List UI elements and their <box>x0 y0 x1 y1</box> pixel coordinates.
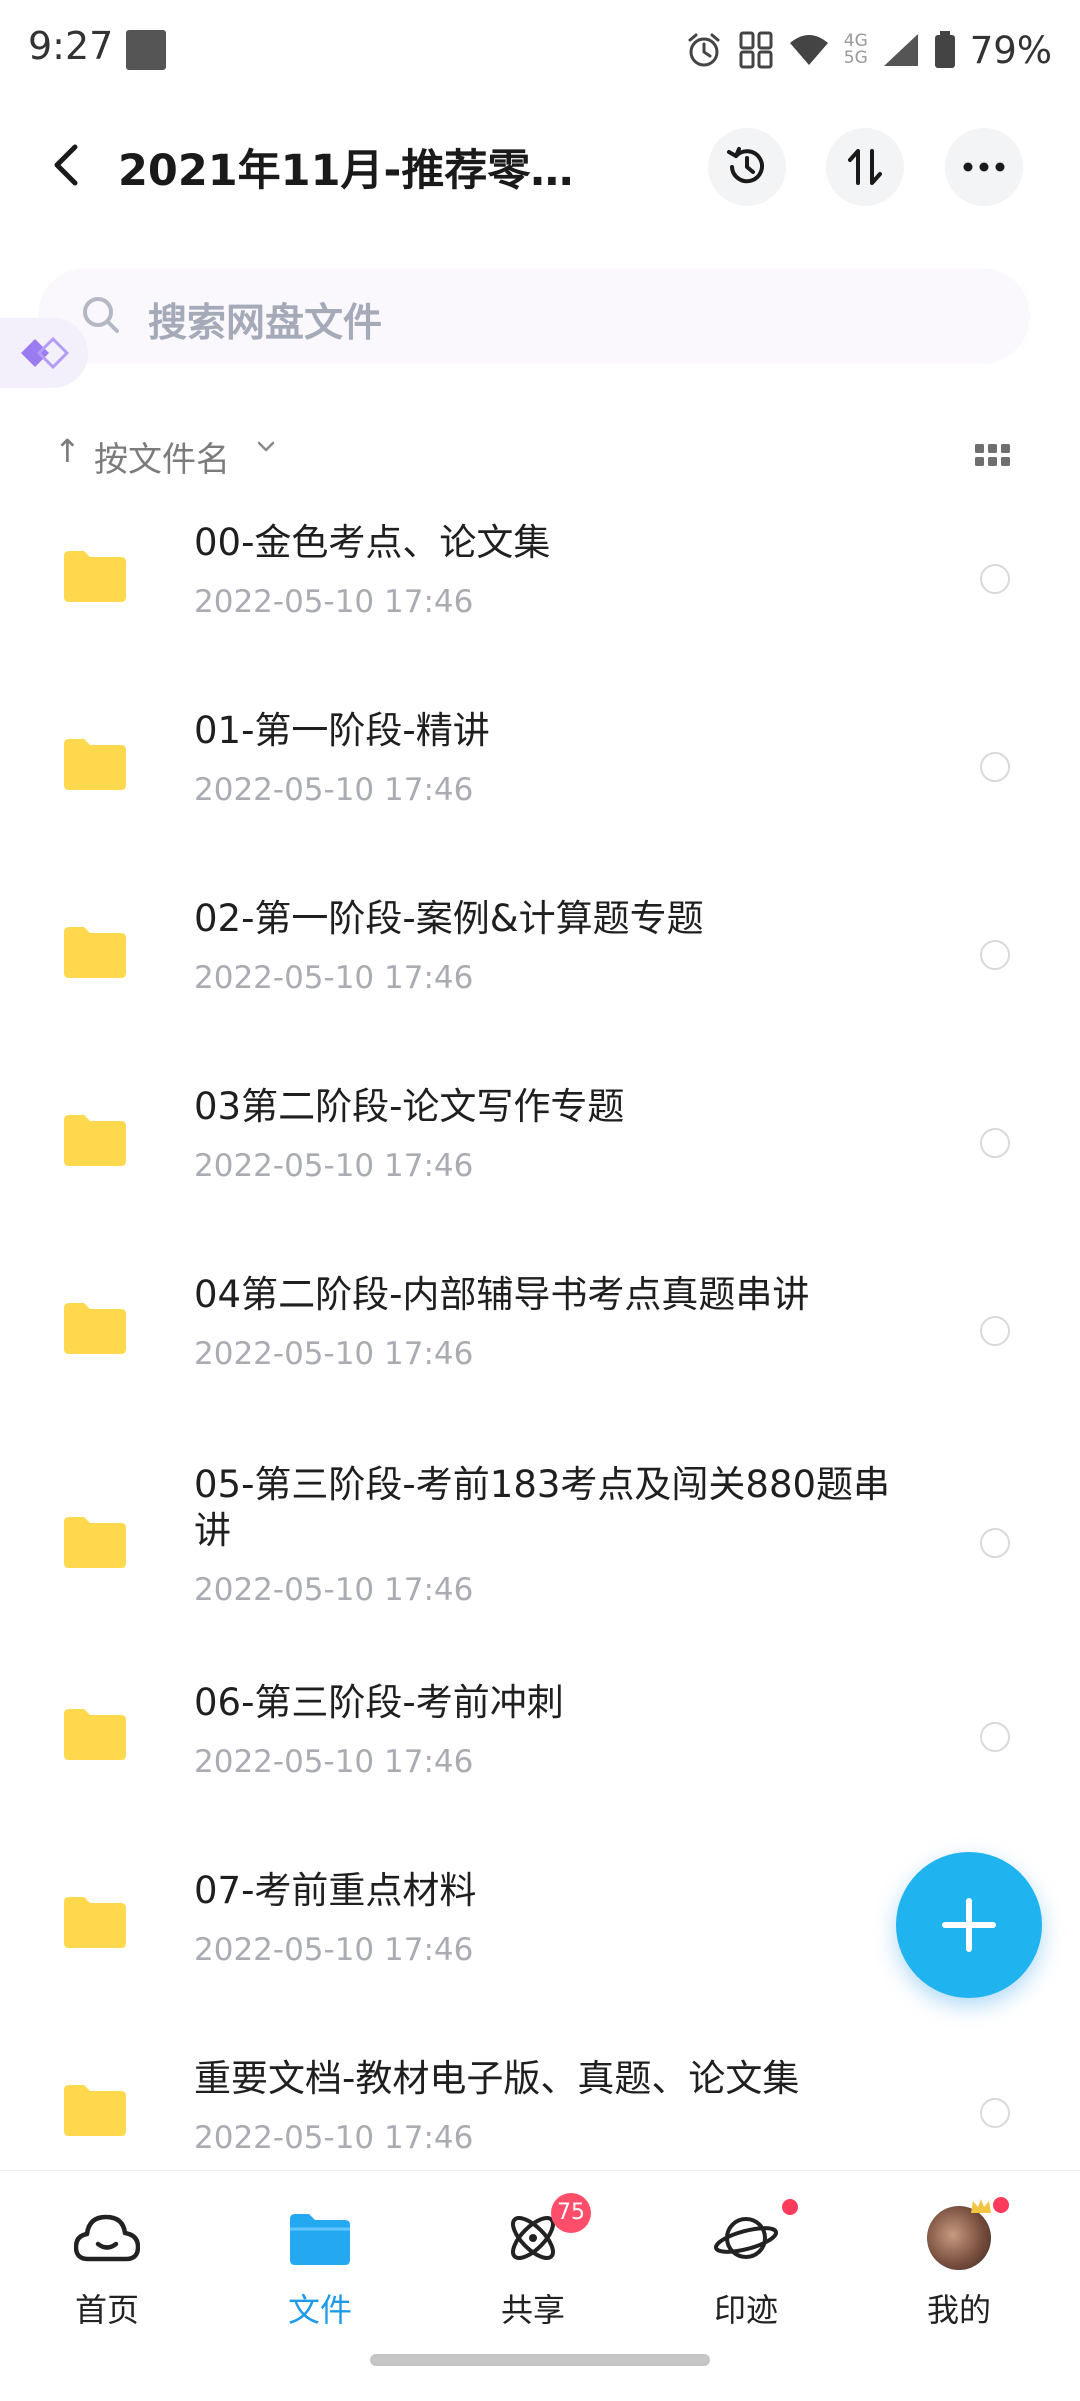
sort-bar: ↑ 按文件名 <box>0 420 1080 490</box>
notification-icon <box>126 30 166 70</box>
crown-icon <box>971 2199 991 2213</box>
cloud-icon <box>72 2203 142 2273</box>
plus-icon <box>942 1898 996 1952</box>
file-date: 2022-05-10 17:46 <box>194 1336 474 1372</box>
nav-footprint[interactable]: 印迹 <box>666 2193 826 2329</box>
transfer-icon <box>848 149 882 185</box>
nav-files[interactable]: 文件 <box>240 2193 400 2329</box>
file-date: 2022-05-10 17:46 <box>194 2120 474 2156</box>
list-item[interactable]: 00-金色考点、论文集 2022-05-10 17:46 <box>0 510 1080 680</box>
chevron-down-icon[interactable] <box>256 440 276 454</box>
nav-mine[interactable]: 我的 <box>879 2193 1039 2329</box>
file-date: 2022-05-10 17:46 <box>194 1932 474 1968</box>
folder-icon <box>64 1897 126 1948</box>
transfer-button[interactable] <box>826 128 904 206</box>
status-icons: 4G 5G 79% <box>684 22 1052 78</box>
folder-icon <box>64 1709 126 1760</box>
file-date: 2022-05-10 17:46 <box>194 1148 474 1184</box>
folder-icon <box>64 1517 126 1568</box>
nav-files-label: 文件 <box>287 2291 352 2329</box>
file-name: 07-考前重点材料 <box>194 1869 477 1912</box>
nav-mine-label: 我的 <box>926 2291 991 2329</box>
folder-icon <box>64 1115 126 1166</box>
list-item[interactable]: 03第二阶段-论文写作专题 2022-05-10 17:46 <box>0 1074 1080 1244</box>
select-checkbox[interactable] <box>980 1128 1010 1158</box>
file-name: 05-第三阶段-考前183考点及闯关880题串讲 <box>194 1463 891 1552</box>
planet-icon <box>711 2203 781 2273</box>
folder-icon <box>64 551 126 602</box>
battery-percent: 79% <box>969 28 1052 72</box>
list-item[interactable]: 重要文档-教材电子版、真题、论文集 2022-05-10 17:46 <box>0 2044 1080 2170</box>
select-checkbox[interactable] <box>980 1528 1010 1558</box>
list-item[interactable]: 01-第一阶段-精讲 2022-05-10 17:46 <box>0 698 1080 868</box>
file-date: 2022-05-10 17:46 <box>194 772 474 808</box>
mine-dot <box>993 2197 1009 2213</box>
folder-icon <box>64 2085 126 2136</box>
select-checkbox[interactable] <box>980 564 1010 594</box>
network-5g: 5G <box>843 48 868 68</box>
list-item[interactable]: 04第二阶段-内部辅导书考点真题串讲 2022-05-10 17:46 <box>0 1262 1080 1432</box>
floating-tool-button[interactable] <box>0 318 88 388</box>
folder-icon <box>64 927 126 978</box>
bottom-nav: 首页 文件 75 共享 印迹 我的 <box>0 2170 1080 2401</box>
nav-home[interactable]: 首页 <box>27 2193 187 2329</box>
folder-icon <box>64 739 126 790</box>
select-checkbox[interactable] <box>980 940 1010 970</box>
file-date: 2022-05-10 17:46 <box>194 1744 474 1780</box>
more-button[interactable] <box>945 128 1023 206</box>
share-badge: 75 <box>551 2193 591 2233</box>
file-name: 重要文档-教材电子版、真题、论文集 <box>194 2057 800 2100</box>
file-date: 2022-05-10 17:46 <box>194 584 474 620</box>
avatar-image <box>927 2206 991 2270</box>
folder-icon <box>64 1303 126 1354</box>
search-icon <box>83 297 119 333</box>
wifi-icon <box>789 35 828 65</box>
list-item[interactable]: 06-第三阶段-考前冲刺 2022-05-10 17:46 <box>0 1668 1080 1838</box>
history-button[interactable] <box>708 128 786 206</box>
back-button[interactable] <box>36 132 96 198</box>
add-button[interactable] <box>896 1852 1042 1998</box>
file-name: 01-第一阶段-精讲 <box>194 709 490 752</box>
alarm-icon <box>688 33 720 67</box>
nav-share-label: 共享 <box>500 2291 565 2329</box>
diamond-icon <box>21 336 70 370</box>
select-checkbox[interactable] <box>980 752 1010 782</box>
file-name: 02-第一阶段-案例&计算题专题 <box>194 897 704 940</box>
status-time: 9:27 <box>28 24 114 68</box>
page-title: 2021年11月-推荐零基… <box>118 146 608 196</box>
nav-share[interactable]: 75 共享 <box>453 2193 613 2329</box>
search-input[interactable]: 搜索网盘文件 <box>38 268 1030 364</box>
sort-by-name-button[interactable]: 按文件名 <box>94 432 230 481</box>
file-date: 2022-05-10 17:46 <box>194 1572 474 1608</box>
file-name: 06-第三阶段-考前冲刺 <box>194 1681 564 1724</box>
more-icon <box>963 162 1005 172</box>
file-name: 00-金色考点、论文集 <box>194 521 551 564</box>
home-indicator[interactable] <box>370 2354 710 2366</box>
search-placeholder: 搜索网盘文件 <box>148 301 383 346</box>
sort-arrow[interactable]: ↑ <box>54 432 81 470</box>
battery-icon <box>934 31 955 68</box>
grid-view-icon[interactable] <box>975 442 1011 470</box>
list-item[interactable]: 05-第三阶段-考前183考点及闯关880题串讲 2022-05-10 17:4… <box>0 1450 1080 1650</box>
header: 2021年11月-推荐零基… <box>0 110 1080 220</box>
nav-footprint-label: 印迹 <box>713 2291 778 2329</box>
folder-tab-icon <box>285 2203 355 2273</box>
signal-icon <box>883 34 918 66</box>
select-checkbox[interactable] <box>980 1316 1010 1346</box>
back-arrow-icon <box>54 144 78 186</box>
select-checkbox[interactable] <box>980 1722 1010 1752</box>
file-name: 03第二阶段-论文写作专题 <box>194 1085 625 1128</box>
footprint-dot <box>782 2199 798 2215</box>
network-type: 4G 5G <box>844 33 868 67</box>
file-name: 04第二阶段-内部辅导书考点真题串讲 <box>194 1273 810 1316</box>
nav-home-label: 首页 <box>74 2291 139 2329</box>
select-checkbox[interactable] <box>980 2098 1010 2128</box>
file-date: 2022-05-10 17:46 <box>194 960 474 996</box>
nfc-icon <box>739 31 773 69</box>
list-item[interactable]: 02-第一阶段-案例&计算题专题 2022-05-10 17:46 <box>0 886 1080 1056</box>
history-icon <box>727 147 764 184</box>
status-bar: 9:27 4G 5G 79% <box>0 0 1080 100</box>
